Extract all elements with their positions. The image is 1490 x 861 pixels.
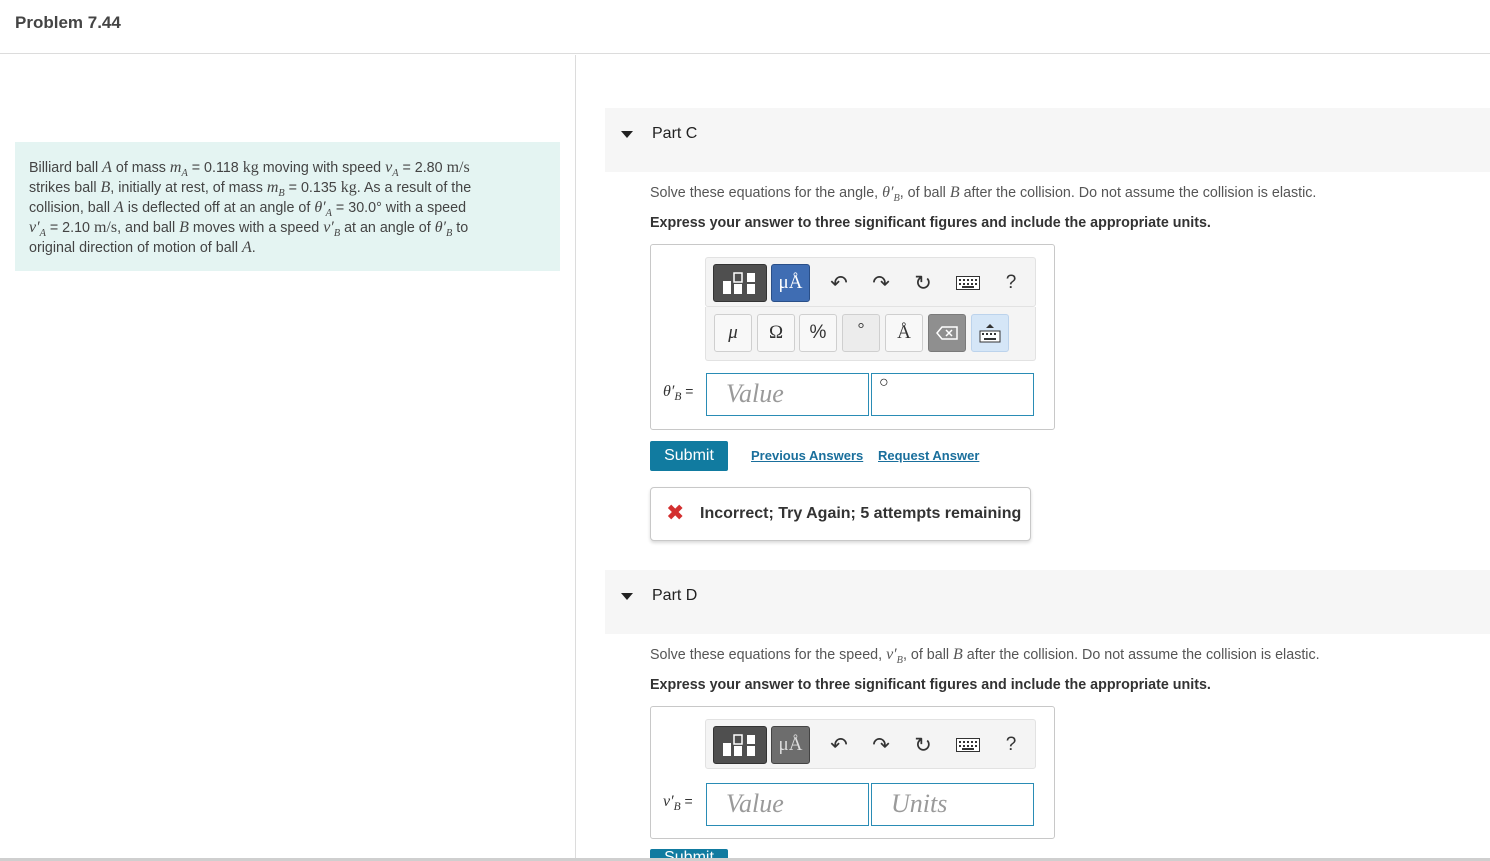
part-d-answer-box: μÅ ↶ ↷ ↻ ? v′B = Value Units — [650, 706, 1055, 839]
redo-icon[interactable]: ↷ — [866, 726, 896, 764]
units-input[interactable]: ○ — [871, 373, 1034, 416]
units-button[interactable]: μÅ — [771, 726, 810, 764]
feedback-incorrect: ✖ Incorrect; Try Again; 5 attempts remai… — [650, 487, 1031, 541]
column-divider — [575, 55, 576, 861]
part-d-question: Solve these equations for the speed, v′B… — [650, 646, 1320, 666]
symbol-palette: μ Ω % ° Å — [705, 307, 1036, 361]
percent-symbol-button[interactable]: % — [799, 314, 837, 352]
templates-button[interactable] — [713, 726, 767, 764]
degree-symbol-button[interactable]: ° — [842, 314, 880, 352]
math-toolbar: μÅ ↶ ↷ ↻ ? — [705, 719, 1036, 769]
request-answer-link[interactable]: Request Answer — [878, 448, 979, 463]
keyboard-shortcuts-button[interactable] — [951, 264, 985, 302]
reset-icon[interactable]: ↻ — [908, 264, 938, 302]
math-toolbar: μÅ ↶ ↷ ↻ ? — [705, 257, 1036, 307]
collapse-caret-icon[interactable] — [621, 131, 633, 138]
help-icon[interactable]: ? — [996, 264, 1026, 302]
part-d-instruction: Express your answer to three significant… — [650, 677, 1211, 693]
problem-title: Problem 7.44 — [15, 13, 121, 32]
keyboard-icon — [956, 738, 980, 752]
redo-icon[interactable]: ↷ — [866, 264, 896, 302]
top-header: Problem 7.44 — [0, 0, 1490, 54]
part-c-question: Solve these equations for the angle, θ′B… — [650, 184, 1317, 204]
collapse-caret-icon[interactable] — [621, 593, 633, 600]
problem-statement: Billiard ball A of mass mA = 0.118 kg mo… — [15, 142, 560, 271]
angstrom-symbol-button[interactable]: Å — [885, 314, 923, 352]
templates-button[interactable] — [713, 264, 767, 302]
v-prime-b-label: v′B = — [663, 793, 693, 814]
toggle-keyboard-button[interactable] — [971, 314, 1009, 352]
feedback-text: Incorrect; Try Again; 5 attempts remaini… — [700, 505, 1022, 522]
reset-icon[interactable]: ↻ — [908, 726, 938, 764]
submit-button[interactable]: Submit — [650, 441, 728, 471]
keyboard-shortcuts-button[interactable] — [951, 726, 985, 764]
units-button[interactable]: μÅ — [771, 264, 810, 302]
backspace-button[interactable] — [928, 314, 966, 352]
value-input[interactable]: Value — [706, 373, 869, 416]
part-d-header[interactable]: Part D — [605, 570, 1490, 634]
value-input[interactable]: Value — [706, 783, 869, 826]
previous-answers-link[interactable]: Previous Answers — [751, 448, 863, 463]
templates-icon — [723, 272, 755, 294]
theta-b-label: θ′B = — [663, 383, 694, 404]
keyboard-toggle-icon — [979, 324, 1001, 343]
omega-symbol-button[interactable]: Ω — [757, 314, 795, 352]
undo-icon[interactable]: ↶ — [824, 264, 854, 302]
backspace-icon — [936, 326, 958, 340]
undo-icon[interactable]: ↶ — [824, 726, 854, 764]
part-c-header[interactable]: Part C — [605, 108, 1490, 172]
part-c-answer-box: μÅ ↶ ↷ ↻ ? μ Ω % ° Å θ′B = Value ○ — [650, 244, 1055, 430]
part-c-title: Part C — [652, 125, 698, 142]
part-d-title: Part D — [652, 587, 698, 604]
units-input[interactable]: Units — [871, 783, 1034, 826]
incorrect-x-icon: ✖ — [666, 500, 685, 525]
keyboard-icon — [956, 276, 980, 290]
mu-symbol-button[interactable]: μ — [714, 314, 752, 352]
templates-icon — [723, 734, 755, 756]
part-c-instruction: Express your answer to three significant… — [650, 215, 1211, 231]
help-icon[interactable]: ? — [996, 726, 1026, 764]
